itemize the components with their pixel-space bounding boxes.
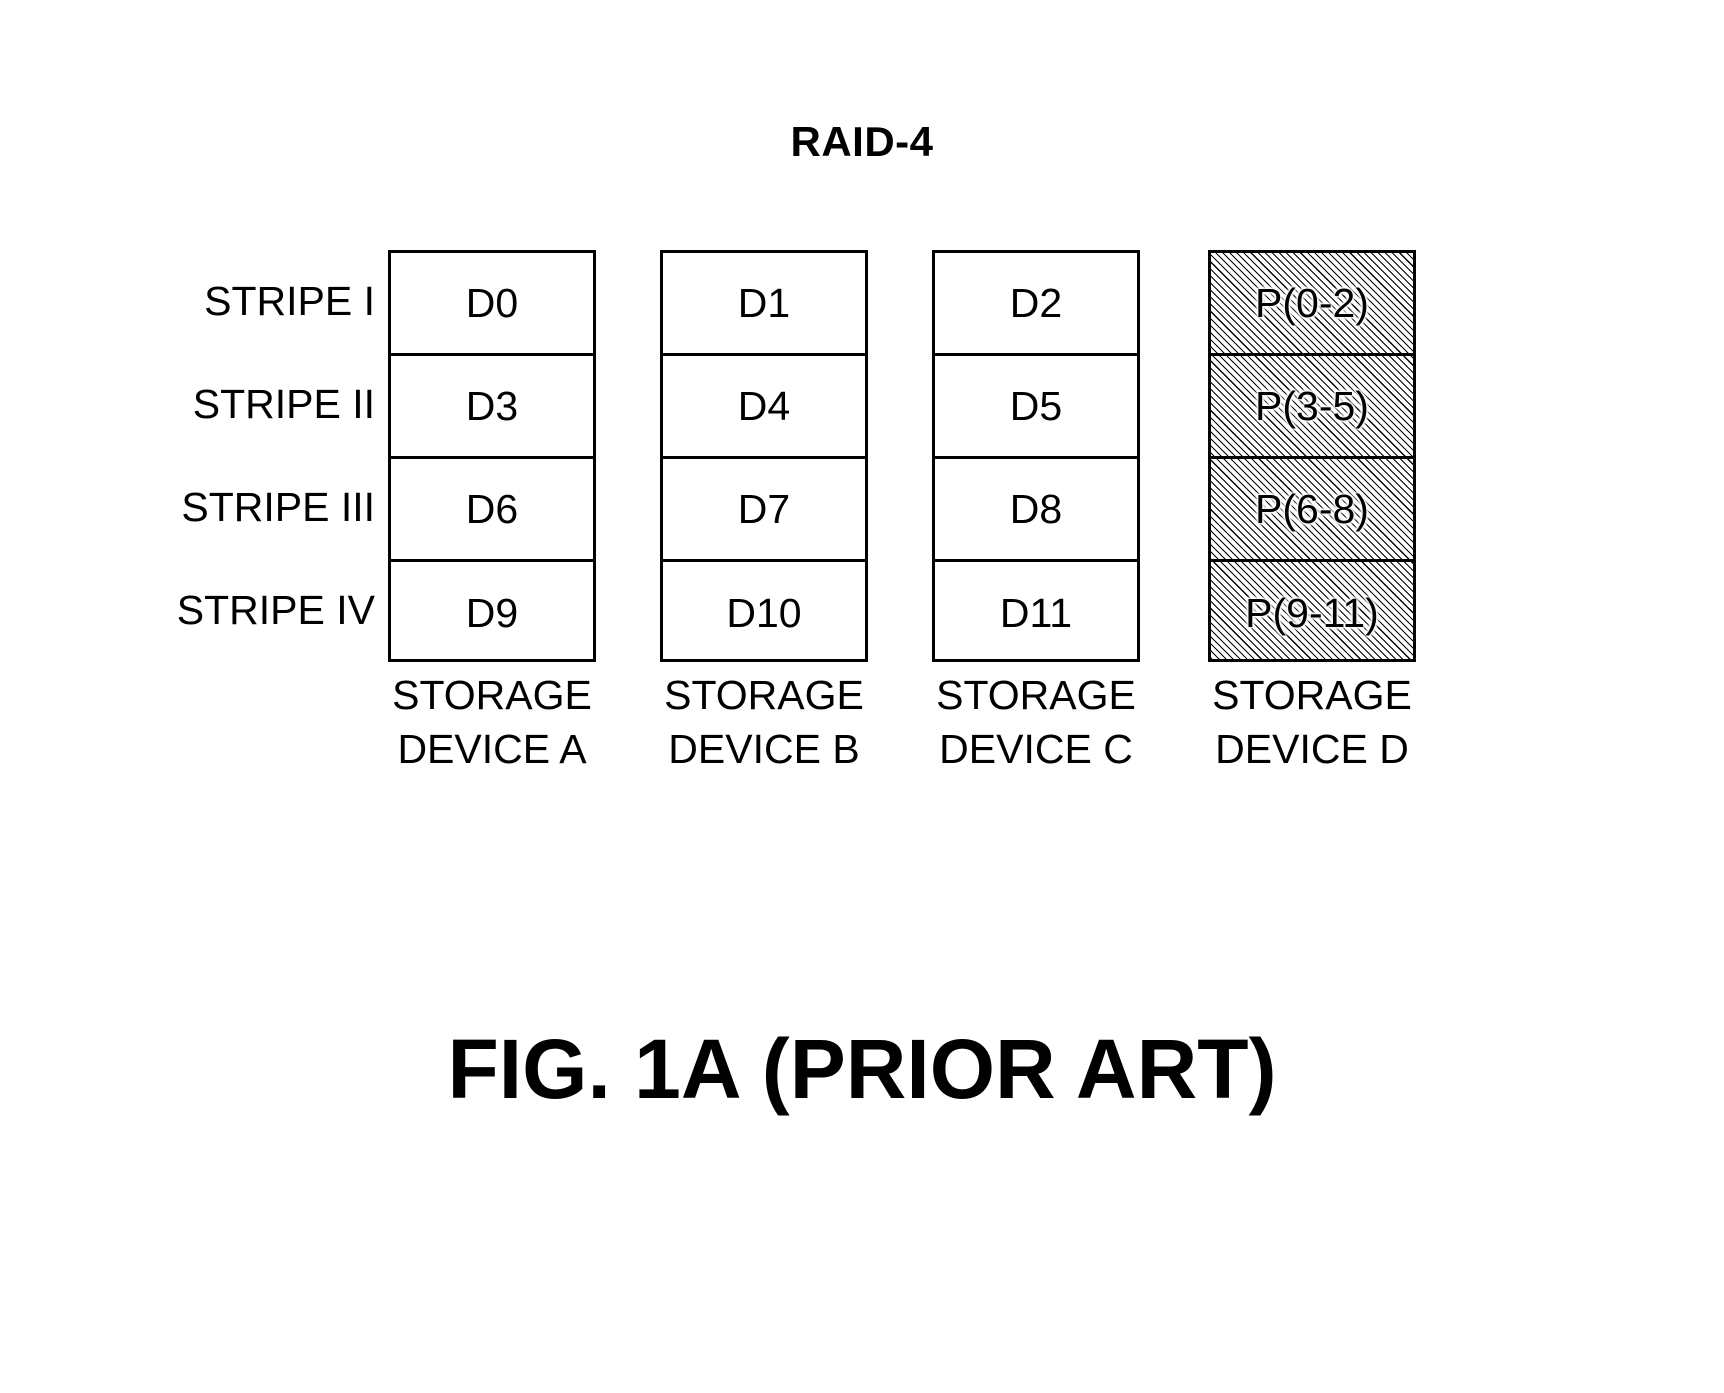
cell-label: D3 [465, 382, 519, 429]
parity-cell-stripe-4: P(9-11) [1211, 562, 1413, 665]
cell-a-stripe-4: D9 [391, 562, 593, 665]
storage-device-d-parity-cells: P(0-2) P(3-5) P(6-8) P(9-11) [1208, 250, 1416, 662]
cell-label: P(6-8) [1255, 485, 1369, 532]
caption-line-2: DEVICE B [668, 726, 860, 772]
storage-device-a-column: D0 D3 D6 D9 STORAGE DEVICE A [388, 250, 596, 772]
cell-c-stripe-4: D11 [935, 562, 1137, 665]
caption-line-1: STORAGE [392, 672, 592, 718]
storage-device-c-caption: STORAGE DEVICE C [910, 668, 1162, 776]
cell-label: D0 [465, 279, 519, 326]
cell-a-stripe-3: D6 [391, 459, 593, 562]
cell-a-stripe-1: D0 [391, 253, 593, 356]
cell-label: D7 [737, 485, 791, 532]
figure-caption: FIG. 1A (PRIOR ART) [447, 1022, 1277, 1116]
storage-device-d-caption: STORAGE DEVICE D [1186, 668, 1438, 776]
storage-device-b-caption: STORAGE DEVICE B [638, 668, 890, 776]
cell-c-stripe-3: D8 [935, 459, 1137, 562]
cell-b-stripe-1: D1 [663, 253, 865, 356]
cell-b-stripe-3: D7 [663, 459, 865, 562]
caption-line-2: DEVICE A [397, 726, 587, 772]
caption-line-1: STORAGE [664, 672, 864, 718]
storage-device-d-column: P(0-2) P(3-5) P(6-8) P(9-11) STORAGE DEV… [1208, 250, 1416, 772]
cell-label: D6 [465, 485, 519, 532]
parity-cell-stripe-2: P(3-5) [1211, 356, 1413, 459]
cell-b-stripe-4: D10 [663, 562, 865, 665]
stripe-label-1: STRIPE I [204, 278, 375, 324]
cell-b-stripe-2: D4 [663, 356, 865, 459]
cell-label: D4 [737, 382, 791, 429]
storage-device-b-cells: D1 D4 D7 D10 [660, 250, 868, 662]
cell-label: P(9-11) [1245, 590, 1379, 636]
parity-cell-stripe-1: P(0-2) [1211, 253, 1413, 356]
caption-line-2: DEVICE C [939, 726, 1133, 772]
cell-label: D1 [737, 279, 791, 326]
stripe-label-4: STRIPE IV [176, 587, 375, 633]
raid-layout-diagram: STRIPE I STRIPE II STRIPE III STRIPE IV … [0, 250, 1724, 790]
caption-line-1: STORAGE [1212, 672, 1412, 718]
parity-cell-stripe-3: P(6-8) [1211, 459, 1413, 562]
caption-line-1: STORAGE [936, 672, 1136, 718]
storage-device-c-column: D2 D5 D8 D11 STORAGE DEVICE C [932, 250, 1140, 772]
stripe-label-3: STRIPE III [181, 484, 375, 530]
cell-label: P(0-2) [1255, 279, 1369, 326]
cell-label: D11 [999, 590, 1073, 636]
cell-label: D8 [1009, 485, 1063, 532]
storage-device-a-cells: D0 D3 D6 D9 [388, 250, 596, 662]
stripe-label-2: STRIPE II [192, 381, 375, 427]
storage-device-a-caption: STORAGE DEVICE A [366, 668, 618, 776]
cell-label: D5 [1009, 382, 1063, 429]
caption-line-2: DEVICE D [1215, 726, 1409, 772]
cell-label: D9 [465, 590, 519, 636]
cell-label: D10 [726, 590, 802, 636]
cell-a-stripe-2: D3 [391, 356, 593, 459]
figure-title: RAID-4 [790, 118, 934, 165]
storage-device-c-cells: D2 D5 D8 D11 [932, 250, 1140, 662]
cell-c-stripe-1: D2 [935, 253, 1137, 356]
storage-device-b-column: D1 D4 D7 D10 STORAGE DEVICE B [660, 250, 868, 772]
cell-label: P(3-5) [1255, 382, 1369, 429]
cell-label: D2 [1009, 279, 1063, 326]
stripe-label-column: STRIPE I STRIPE II STRIPE III STRIPE IV [140, 250, 375, 662]
cell-c-stripe-2: D5 [935, 356, 1137, 459]
